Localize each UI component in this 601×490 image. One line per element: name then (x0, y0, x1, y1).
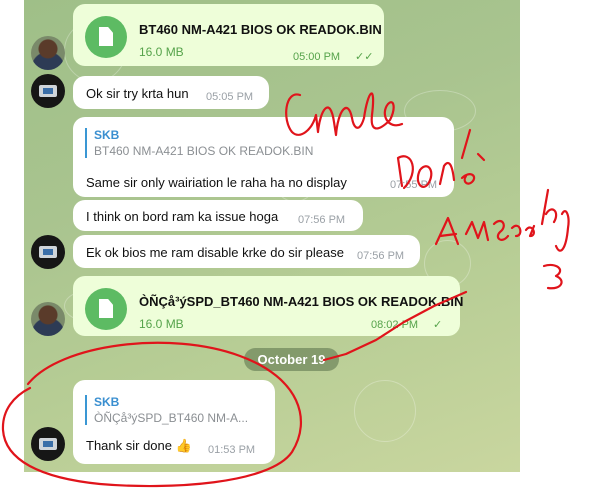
background-doodle (354, 380, 416, 442)
reply-message[interactable]: SKB BT460 NM-A421 BIOS OK READOK.BIN Sam… (73, 117, 454, 197)
file-icon[interactable] (85, 16, 127, 58)
file-name: BT460 NM-A421 BIOS OK READOK.BIN (139, 22, 382, 37)
message-time: 05:05 PM (206, 91, 254, 103)
read-check-icon: ✓✓ (355, 51, 374, 63)
avatar[interactable] (31, 427, 65, 461)
reply-quote[interactable]: SKB BT460 NM-A421 BIOS OK READOK.BIN (85, 128, 313, 158)
message-text: Thank sir done (86, 438, 172, 453)
message-time: 07:56 PM (298, 214, 346, 226)
avatar[interactable] (31, 74, 65, 108)
file-size: 16.0 MB (139, 45, 184, 59)
file-message[interactable]: ÒÑÇå³ýSPD_BT460 NM-A421 BIOS OK READOK.B… (73, 276, 464, 336)
message-time: 05:00 PM (293, 51, 341, 63)
reply-preview: BT460 NM-A421 BIOS OK READOK.BIN (94, 144, 314, 158)
message-text: Ek ok bios me ram disable krke do sir pl… (86, 245, 344, 260)
message-text: Ok sir try krta hun (86, 86, 189, 101)
reply-quote[interactable]: SKB ÒÑÇå³ýSPD_BT460 NM-A... (85, 395, 248, 425)
file-name: ÒÑÇå³ýSPD_BT460 NM-A421 BIOS OK READOK.B… (139, 294, 464, 309)
message-text: I think on bord ram ka issue hoga (86, 209, 279, 224)
date-separator: October 19 (244, 348, 339, 371)
avatar[interactable] (31, 302, 65, 336)
chat-background: BT460 NM-A421 BIOS OK READOK.BIN 16.0 MB… (24, 0, 520, 472)
message-time: 08:02 PM (371, 319, 419, 331)
avatar[interactable] (31, 235, 65, 269)
text-message[interactable]: Ek ok bios me ram disable krke do sir pl… (73, 235, 420, 268)
message-text: Same sir only wairiation le raha ha no d… (86, 175, 347, 190)
file-message[interactable]: BT460 NM-A421 BIOS OK READOK.BIN 16.0 MB… (73, 4, 384, 66)
message-time: 07:56 PM (357, 250, 405, 262)
sent-check-icon: ✓ (433, 319, 443, 331)
thumbs-up-emoji: 👍 (175, 438, 192, 453)
file-size: 16.0 MB (139, 317, 184, 331)
text-message[interactable]: I think on bord ram ka issue hoga 07:56 … (73, 200, 363, 231)
avatar[interactable] (31, 36, 65, 70)
reply-author: SKB (94, 395, 120, 409)
text-message[interactable]: Ok sir try krta hun 05:05 PM (73, 76, 269, 109)
file-icon[interactable] (85, 288, 127, 330)
reply-author: SKB (94, 128, 120, 142)
message-time: 07:55 PM (390, 179, 438, 191)
reply-message[interactable]: SKB ÒÑÇå³ýSPD_BT460 NM-A... Thank sir do… (73, 380, 275, 464)
reply-preview: ÒÑÇå³ýSPD_BT460 NM-A... (94, 411, 249, 425)
message-time: 01:53 PM (208, 444, 256, 456)
